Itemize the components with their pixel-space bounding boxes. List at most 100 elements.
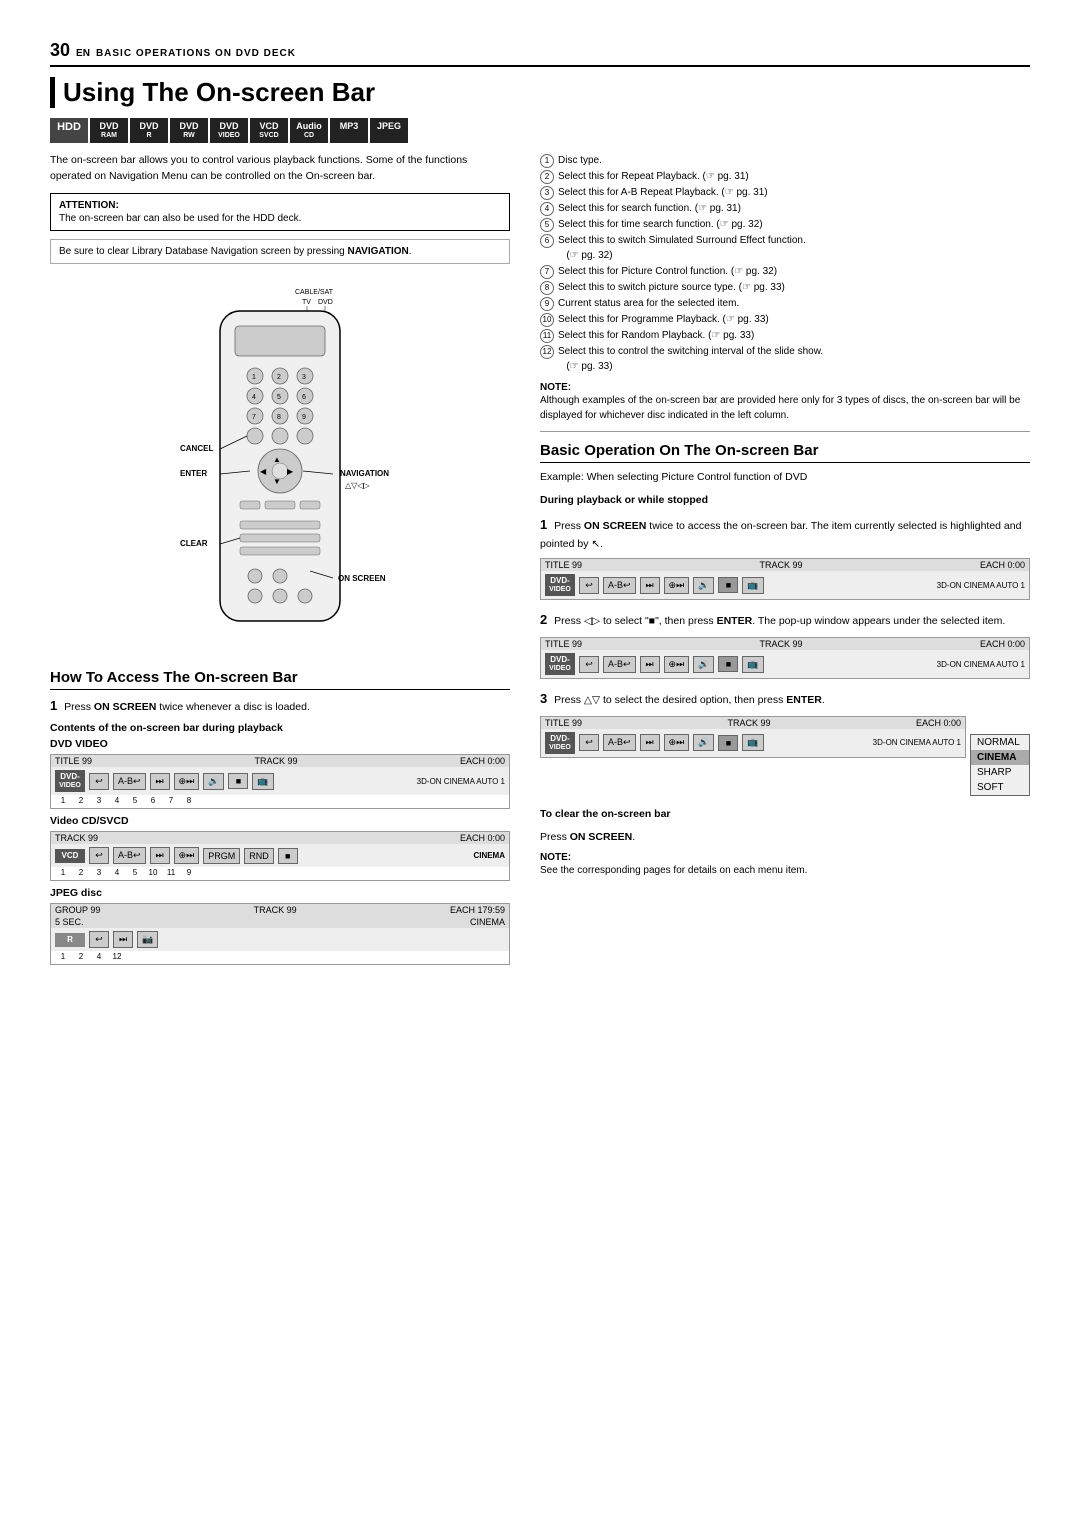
btn-vcd-stop[interactable]: ■ <box>278 848 298 864</box>
btn-search[interactable]: ⏭ <box>150 773 170 790</box>
basic-bar-3-wrapper: TITLE 99 TRACK 99 EACH 0:00 DVD-VIDEO ↩ … <box>540 716 1030 796</box>
popup-item-cinema[interactable]: CINEMA <box>971 750 1029 765</box>
list-item-9: 9 Current status area for the selected i… <box>540 296 1030 311</box>
bb2-src[interactable]: 📺 <box>742 656 763 673</box>
svg-text:△▽◁▷: △▽◁▷ <box>345 481 370 490</box>
bb3-surr[interactable]: 🔊 <box>693 734 714 751</box>
svg-text:1: 1 <box>252 374 256 381</box>
page-en: EN <box>76 48 90 59</box>
bb2-ab[interactable]: A-B↩ <box>603 656 636 673</box>
btn-repeat[interactable]: ↩ <box>89 773 109 790</box>
svg-text:6: 6 <box>302 394 306 401</box>
btn-source[interactable]: 📺 <box>252 773 273 790</box>
bb1-ab[interactable]: A-B↩ <box>603 577 636 594</box>
svg-text:4: 4 <box>252 394 256 401</box>
bb2-repeat[interactable]: ↩ <box>579 656 599 673</box>
basic-bar2-label: DVD-VIDEO <box>545 653 575 675</box>
page-header: 30 EN BASIC OPERATIONS ON DVD DECK <box>50 40 1030 67</box>
btn-vcd-ab[interactable]: A-B↩ <box>113 847 146 864</box>
btn-picture[interactable]: ■ <box>228 773 248 789</box>
svg-text:TV: TV <box>302 299 311 306</box>
bb3-time[interactable]: ⊕⏭ <box>664 734 690 751</box>
svg-text:▶: ▶ <box>287 467 294 476</box>
btn-jpeg-search[interactable]: ⏭ <box>113 931 133 948</box>
btn-jpeg-slide[interactable]: 📷 <box>137 931 158 948</box>
bb3-search[interactable]: ⏭ <box>640 734 660 751</box>
btn-vcd-prgm[interactable]: PRGM <box>203 848 240 864</box>
svg-text:CABLE/SAT: CABLE/SAT <box>295 289 334 296</box>
divider <box>540 431 1030 432</box>
dvd-bar: TITLE 99 TRACK 99 EACH 0:00 DVD-VIDEO ↩ … <box>50 754 510 809</box>
svg-text:CANCEL: CANCEL <box>180 444 213 453</box>
vcd-bar-header: TRACK 99 EACH 0:00 <box>51 832 509 844</box>
bb2-search[interactable]: ⏭ <box>640 656 660 673</box>
jpeg-label: JPEG disc <box>50 887 510 899</box>
right-column: 1 Disc type. 2 Select this for Repeat Pl… <box>540 153 1030 971</box>
popup-item-sharp[interactable]: SHARP <box>971 765 1029 780</box>
vcd-bar-nums: 1 2 3 4 5 10 11 9 <box>51 867 509 880</box>
popup-item-normal[interactable]: NORMAL <box>971 735 1029 750</box>
dvd-bar-header: TITLE 99 TRACK 99 EACH 0:00 <box>51 755 509 767</box>
list-item-6: 6 Select this to switch Simulated Surrou… <box>540 233 1030 263</box>
list-item-11: 11 Select this for Random Playback. (☞ p… <box>540 328 1030 343</box>
svg-text:ENTER: ENTER <box>180 469 207 478</box>
step3-block: 3 Press △▽ to select the desired option,… <box>540 689 1030 796</box>
clear-text: Press ON SCREEN. <box>540 829 1030 846</box>
svg-text:▲: ▲ <box>273 455 281 464</box>
step3-desc: 3 Press △▽ to select the desired option,… <box>540 689 1030 710</box>
step2-block: 2 Press ◁▷ to select "■", then press ENT… <box>540 610 1030 679</box>
vcd-cinema-label: CINEMA <box>473 851 505 860</box>
list-item-2: 2 Select this for Repeat Playback. (☞ pg… <box>540 169 1030 184</box>
btn-ab-repeat[interactable]: A-B↩ <box>113 773 146 790</box>
bb1-src[interactable]: 📺 <box>742 577 763 594</box>
dvd-bar-nums: 1 2 3 4 5 6 7 8 <box>51 795 509 808</box>
btn-time-search[interactable]: ⊕⏭ <box>174 773 200 790</box>
popup-item-soft[interactable]: SOFT <box>971 780 1029 795</box>
btn-vcd-rnd[interactable]: RND <box>244 848 274 864</box>
disc-badge-bar: HDD DVDRAM DVDR DVDRW DVDVIDEO VCDSVCD A… <box>50 118 1030 143</box>
bb1-time[interactable]: ⊕⏭ <box>664 577 690 594</box>
svg-text:CLEAR: CLEAR <box>180 539 208 548</box>
disc-dvd-r: DVDR <box>130 118 168 143</box>
btn-jpeg-repeat[interactable]: ↩ <box>89 931 109 948</box>
disc-mp3: MP3 <box>330 118 368 143</box>
bb2-time[interactable]: ⊕⏭ <box>664 656 690 673</box>
btn-vcd-repeat[interactable]: ↩ <box>89 847 109 864</box>
btn-surround[interactable]: 🔊 <box>203 773 224 790</box>
disc-audio-cd: AudioCD <box>290 118 328 143</box>
list-item-8: 8 Select this to switch picture source t… <box>540 280 1030 295</box>
basic-bar3-label: DVD-VIDEO <box>545 732 575 754</box>
bb1-repeat[interactable]: ↩ <box>579 577 599 594</box>
basic-bar-1: TITLE 99 TRACK 99 EACH 0:00 DVD-VIDEO ↩ … <box>540 558 1030 600</box>
dvd-disc-label: DVD-VIDEO <box>55 770 85 792</box>
main-title: Using The On-screen Bar <box>50 77 1030 108</box>
bb3-pic[interactable]: ■ <box>718 735 738 751</box>
vcd-bar: TRACK 99 EACH 0:00 VCD ↩ A-B↩ ⏭ ⊕⏭ PRGM … <box>50 831 510 881</box>
bb1-pic[interactable]: ■ <box>718 577 738 593</box>
list-item-7: 7 Select this for Picture Control functi… <box>540 264 1030 279</box>
list-item-4: 4 Select this for search function. (☞ pg… <box>540 201 1030 216</box>
note-text: Although examples of the on-screen bar a… <box>540 393 1030 423</box>
bb2-surr[interactable]: 🔊 <box>693 656 714 673</box>
step2-desc: 2 Press ◁▷ to select "■", then press ENT… <box>540 610 1030 631</box>
bb2-pic[interactable]: ■ <box>718 656 738 672</box>
bb3-ab[interactable]: A-B↩ <box>603 734 636 751</box>
bb1-search[interactable]: ⏭ <box>640 577 660 594</box>
btn-vcd-time[interactable]: ⊕⏭ <box>174 847 200 864</box>
list-item-10: 10 Select this for Programme Playback. (… <box>540 312 1030 327</box>
svg-text:◀: ◀ <box>260 467 267 476</box>
remote-svg: CABLE/SAT TV DVD 1 2 3 <box>140 276 420 656</box>
bb3-src[interactable]: 📺 <box>742 734 763 751</box>
attention-text: The on-screen bar can also be used for t… <box>59 213 501 224</box>
step1-desc: 1 Press ON SCREEN twice to access the on… <box>540 515 1030 553</box>
list-item-12: 12 Select this to control the switching … <box>540 344 1030 374</box>
remote-diagram: CABLE/SAT TV DVD 1 2 3 <box>140 276 420 659</box>
disc-vcd: VCDSVCD <box>250 118 288 143</box>
page-subtitle: BASIC OPERATIONS ON DVD DECK <box>96 48 296 59</box>
bb1-surr[interactable]: 🔊 <box>693 577 714 594</box>
btn-vcd-search[interactable]: ⏭ <box>150 847 170 864</box>
popup-menu: NORMAL CINEMA SHARP SOFT <box>970 734 1030 796</box>
svg-text:▼: ▼ <box>273 477 281 486</box>
svg-text:5: 5 <box>277 394 281 401</box>
bb3-repeat[interactable]: ↩ <box>579 734 599 751</box>
